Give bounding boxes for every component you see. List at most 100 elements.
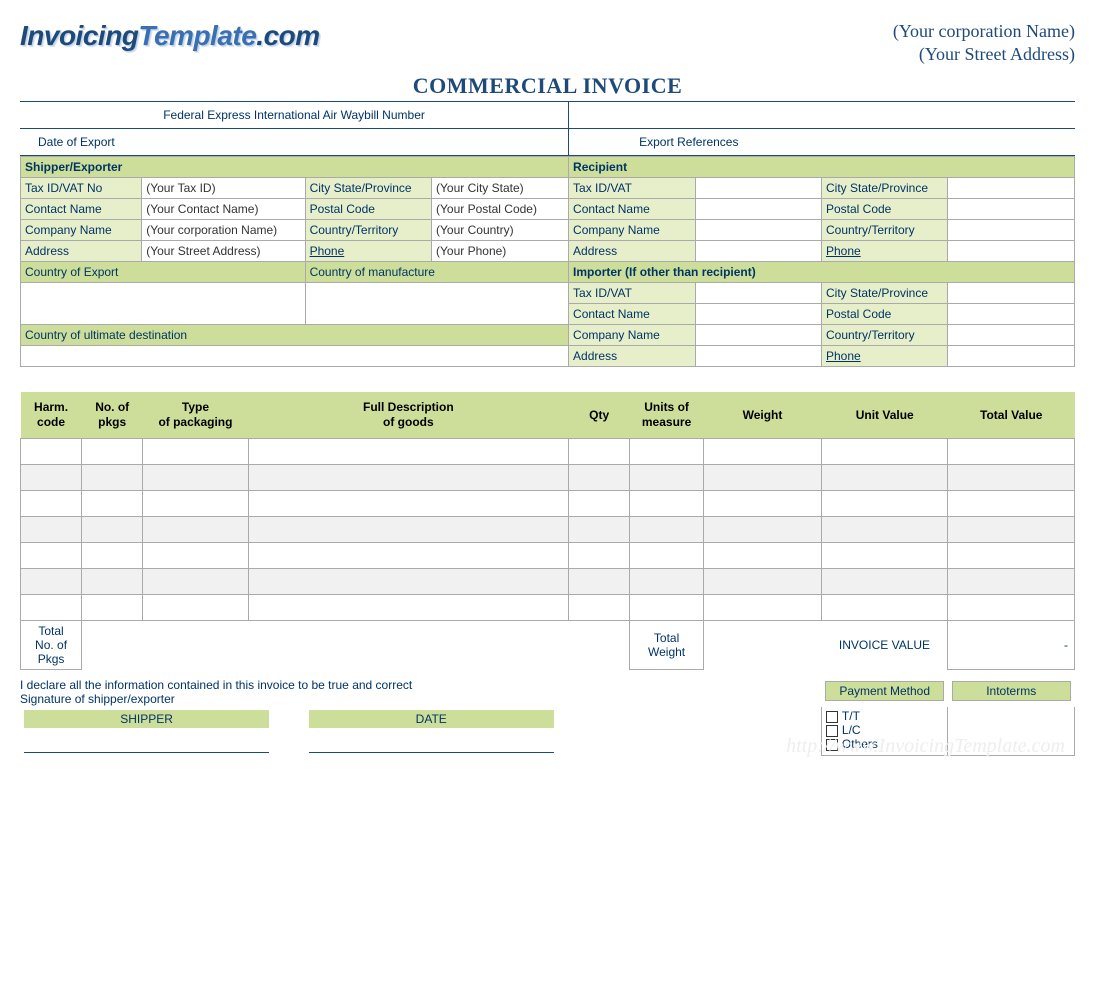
importer-address-value[interactable] bbox=[695, 345, 821, 366]
recipient-tax-label: Tax ID/VAT bbox=[569, 177, 695, 198]
waybill-label: Federal Express International Air Waybil… bbox=[20, 101, 569, 128]
importer-city-label: City State/Province bbox=[821, 282, 947, 303]
recipient-city-value[interactable] bbox=[948, 177, 1075, 198]
col-desc: Full Description of goods bbox=[248, 392, 568, 439]
country-export-value[interactable] bbox=[21, 282, 306, 324]
shipper-phone-value[interactable]: (Your Phone) bbox=[432, 240, 569, 261]
corp-address: (Your Street Address) bbox=[893, 43, 1075, 66]
shipper-tax-label: Tax ID/VAT No bbox=[21, 177, 142, 198]
recipient-phone-value[interactable] bbox=[948, 240, 1075, 261]
recipient-contact-label: Contact Name bbox=[569, 198, 695, 219]
importer-country-label: Country/Territory bbox=[821, 324, 947, 345]
export-refs-label: Export References bbox=[569, 129, 1075, 156]
col-totalval: Total Value bbox=[948, 392, 1075, 439]
date-sig-line[interactable] bbox=[309, 734, 554, 753]
col-pkgs: No. of pkgs bbox=[82, 392, 143, 439]
shipper-sig-line[interactable] bbox=[24, 734, 269, 753]
corp-name: (Your corporation Name) bbox=[893, 20, 1075, 43]
watermark: http://www.InvoicingTemplate.com bbox=[786, 735, 1065, 758]
importer-phone-label: Phone bbox=[821, 345, 947, 366]
importer-postal-value[interactable] bbox=[948, 303, 1075, 324]
shipper-city-label: City State/Province bbox=[305, 177, 431, 198]
importer-tax-label: Tax ID/VAT bbox=[569, 282, 695, 303]
importer-address-label: Address bbox=[569, 345, 695, 366]
item-row[interactable] bbox=[21, 438, 1075, 464]
total-pkgs-label: Total No. of Pkgs bbox=[21, 620, 82, 669]
importer-section-title: Importer (If other than recipient) bbox=[569, 261, 1075, 282]
shipper-contact-label: Contact Name bbox=[21, 198, 142, 219]
recipient-address-label: Address bbox=[569, 240, 695, 261]
importer-company-value[interactable] bbox=[695, 324, 821, 345]
recipient-company-label: Company Name bbox=[569, 219, 695, 240]
recipient-contact-value[interactable] bbox=[695, 198, 821, 219]
item-row[interactable] bbox=[21, 516, 1075, 542]
shipper-company-label: Company Name bbox=[21, 219, 142, 240]
item-row[interactable] bbox=[21, 464, 1075, 490]
shipper-section-title: Shipper/Exporter bbox=[21, 156, 569, 177]
shipper-postal-value[interactable]: (Your Postal Code) bbox=[432, 198, 569, 219]
importer-contact-label: Contact Name bbox=[569, 303, 695, 324]
payment-method-header: Payment Method bbox=[826, 681, 944, 700]
corp-info: (Your corporation Name) (Your Street Add… bbox=[893, 20, 1075, 67]
shipper-sig-label: SHIPPER bbox=[24, 710, 269, 728]
invoice-value-label: INVOICE VALUE bbox=[822, 620, 948, 669]
invoice-value: - bbox=[948, 620, 1075, 669]
shipper-country-value[interactable]: (Your Country) bbox=[432, 219, 569, 240]
recipient-city-label: City State/Province bbox=[821, 177, 947, 198]
shipper-phone-label: Phone bbox=[305, 240, 431, 261]
signature-label: Signature of shipper/exporter bbox=[20, 692, 821, 706]
item-row[interactable] bbox=[21, 594, 1075, 620]
item-row[interactable] bbox=[21, 542, 1075, 568]
recipient-address-value[interactable] bbox=[695, 240, 821, 261]
recipient-section-title: Recipient bbox=[569, 156, 1075, 177]
item-row[interactable] bbox=[21, 490, 1075, 516]
checkbox-icon[interactable] bbox=[826, 711, 838, 723]
declaration-text: I declare all the information contained … bbox=[20, 678, 821, 692]
importer-company-label: Company Name bbox=[569, 324, 695, 345]
recipient-phone-label: Phone bbox=[821, 240, 947, 261]
intoterms-header: Intoterms bbox=[952, 681, 1070, 700]
shipper-address-value[interactable]: (Your Street Address) bbox=[142, 240, 305, 261]
total-pkgs-value[interactable] bbox=[82, 620, 143, 669]
date-of-export-label: Date of Export bbox=[20, 129, 569, 156]
importer-postal-label: Postal Code bbox=[821, 303, 947, 324]
recipient-postal-value[interactable] bbox=[948, 198, 1075, 219]
recipient-country-label: Country/Territory bbox=[821, 219, 947, 240]
country-manuf-label: Country of manufacture bbox=[305, 261, 568, 282]
recipient-tax-value[interactable] bbox=[695, 177, 821, 198]
date-sig-label: DATE bbox=[309, 710, 554, 728]
country-manuf-value[interactable] bbox=[305, 282, 568, 324]
recipient-company-value[interactable] bbox=[695, 219, 821, 240]
totals-row: Total No. of Pkgs Total Weight INVOICE V… bbox=[21, 620, 1075, 669]
importer-city-value[interactable] bbox=[948, 282, 1075, 303]
date-refs-table: Date of Export Export References bbox=[20, 129, 1075, 156]
importer-phone-value[interactable] bbox=[948, 345, 1075, 366]
shipper-city-value[interactable]: (Your City State) bbox=[432, 177, 569, 198]
col-qty: Qty bbox=[569, 392, 630, 439]
importer-contact-value[interactable] bbox=[695, 303, 821, 324]
col-unitval: Unit Value bbox=[822, 392, 948, 439]
col-harm: Harm. code bbox=[21, 392, 82, 439]
parties-table: Shipper/Exporter Recipient Tax ID/VAT No… bbox=[20, 156, 1075, 367]
country-dest-label: Country of ultimate destination bbox=[21, 324, 569, 345]
item-row[interactable] bbox=[21, 568, 1075, 594]
shipper-postal-label: Postal Code bbox=[305, 198, 431, 219]
header-bar: InvoicingTemplate.com (Your corporation … bbox=[20, 20, 1075, 67]
pm-tt[interactable]: T/T bbox=[826, 709, 944, 723]
page-title: COMMERCIAL INVOICE bbox=[20, 73, 1075, 99]
col-type: Type of packaging bbox=[143, 392, 248, 439]
total-weight-value[interactable] bbox=[703, 620, 821, 669]
shipper-contact-value[interactable]: (Your Contact Name) bbox=[142, 198, 305, 219]
items-table: Harm. code No. of pkgs Type of packaging… bbox=[20, 392, 1075, 670]
importer-country-value[interactable] bbox=[948, 324, 1075, 345]
total-weight-label: Total Weight bbox=[630, 620, 704, 669]
waybill-table: Federal Express International Air Waybil… bbox=[20, 101, 1075, 129]
shipper-country-label: Country/Territory bbox=[305, 219, 431, 240]
recipient-postal-label: Postal Code bbox=[821, 198, 947, 219]
waybill-value[interactable] bbox=[569, 101, 1075, 128]
importer-tax-value[interactable] bbox=[695, 282, 821, 303]
shipper-tax-value[interactable]: (Your Tax ID) bbox=[142, 177, 305, 198]
country-dest-value[interactable] bbox=[21, 345, 569, 366]
shipper-company-value[interactable]: (Your corporation Name) bbox=[142, 219, 305, 240]
recipient-country-value[interactable] bbox=[948, 219, 1075, 240]
